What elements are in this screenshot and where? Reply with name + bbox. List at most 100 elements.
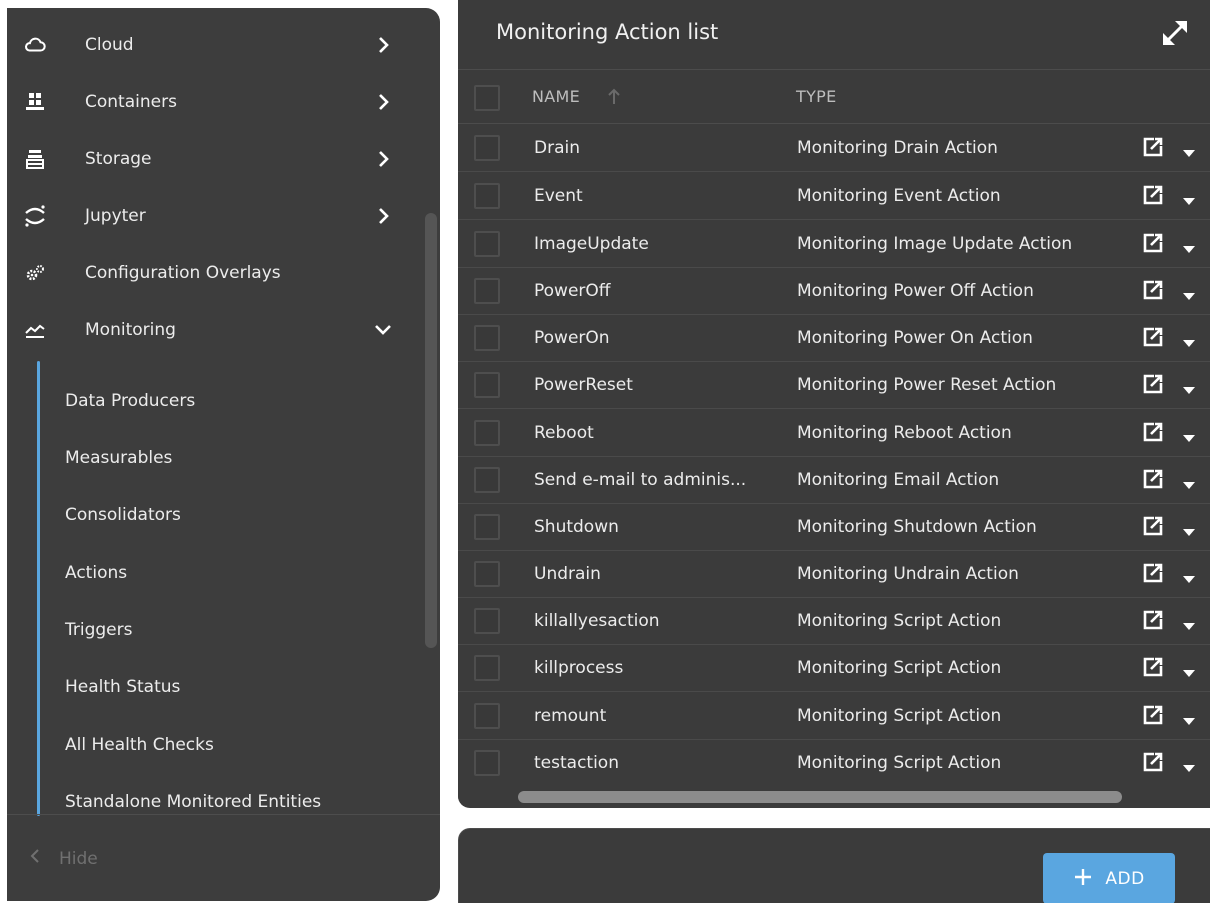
cell-type: Monitoring Undrain Action bbox=[797, 564, 1019, 584]
row-checkbox[interactable] bbox=[474, 372, 500, 398]
table-row[interactable]: Event Monitoring Event Action bbox=[458, 173, 1210, 220]
row-checkbox[interactable] bbox=[474, 750, 500, 776]
open-edit-icon[interactable] bbox=[1142, 184, 1164, 206]
cell-name: PowerOff bbox=[534, 281, 611, 301]
row-menu-caret-icon[interactable] bbox=[1182, 380, 1196, 394]
table-row[interactable]: remount Monitoring Script Action bbox=[458, 693, 1210, 740]
table-row[interactable]: Send e-mail to adminis... Monitoring Emai… bbox=[458, 457, 1210, 504]
table-row[interactable]: PowerReset Monitoring Power Reset Action bbox=[458, 362, 1210, 409]
sidebar-divider bbox=[7, 814, 440, 815]
row-menu-caret-icon[interactable] bbox=[1182, 663, 1196, 677]
row-menu-caret-icon[interactable] bbox=[1182, 475, 1196, 489]
open-edit-icon[interactable] bbox=[1142, 373, 1164, 395]
sidebar-item-configuration-overlays[interactable]: Configuration Overlays bbox=[7, 253, 440, 293]
panel-header: Monitoring Action list bbox=[458, 0, 1210, 70]
table-row[interactable]: killallyesaction Monitoring Script Action bbox=[458, 598, 1210, 645]
table-row[interactable]: Shutdown Monitoring Shutdown Action bbox=[458, 504, 1210, 551]
hide-sidebar-button[interactable]: Hide bbox=[29, 848, 98, 869]
gears-icon bbox=[23, 261, 47, 285]
sort-ascending-icon[interactable] bbox=[606, 88, 622, 106]
cell-type: Monitoring Power Off Action bbox=[797, 281, 1034, 301]
sidebar-item-storage[interactable]: Storage bbox=[7, 139, 440, 179]
table-row[interactable]: PowerOn Monitoring Power On Action bbox=[458, 315, 1210, 362]
row-checkbox[interactable] bbox=[474, 514, 500, 540]
column-header-name[interactable]: NAME bbox=[532, 87, 580, 106]
row-menu-caret-icon[interactable] bbox=[1182, 758, 1196, 772]
table-row[interactable]: ImageUpdate Monitoring Image Update Actio… bbox=[458, 221, 1210, 268]
table-row[interactable]: Drain Monitoring Drain Action bbox=[458, 125, 1210, 172]
sidebar-scrollbar[interactable] bbox=[425, 213, 437, 648]
row-menu-caret-icon[interactable] bbox=[1182, 711, 1196, 725]
table-row[interactable]: Reboot Monitoring Reboot Action bbox=[458, 410, 1210, 457]
cell-type: Monitoring Email Action bbox=[797, 470, 1000, 490]
sidebar-subitem-standalone-monitored-entities[interactable]: Standalone Monitored Entities bbox=[65, 792, 321, 812]
row-menu-caret-icon[interactable] bbox=[1182, 239, 1196, 253]
open-edit-icon[interactable] bbox=[1142, 232, 1164, 254]
row-menu-caret-icon[interactable] bbox=[1182, 428, 1196, 442]
row-menu-caret-icon[interactable] bbox=[1182, 522, 1196, 536]
cell-name: PowerReset bbox=[534, 375, 633, 395]
sidebar-item-jupyter[interactable]: Jupyter bbox=[7, 196, 440, 236]
row-checkbox[interactable] bbox=[474, 325, 500, 351]
horizontal-scrollbar[interactable] bbox=[518, 791, 1122, 803]
sidebar-item-label: Monitoring bbox=[85, 320, 176, 340]
open-edit-icon[interactable] bbox=[1142, 562, 1164, 584]
table-row[interactable]: PowerOff Monitoring Power Off Action bbox=[458, 268, 1210, 315]
open-edit-icon[interactable] bbox=[1142, 704, 1164, 726]
row-menu-caret-icon[interactable] bbox=[1182, 191, 1196, 205]
footer-panel: ADD bbox=[458, 828, 1210, 903]
row-menu-caret-icon[interactable] bbox=[1182, 286, 1196, 300]
row-menu-caret-icon[interactable] bbox=[1182, 143, 1196, 157]
sidebar-subitem-triggers[interactable]: Triggers bbox=[65, 620, 133, 640]
row-menu-caret-icon[interactable] bbox=[1182, 616, 1196, 630]
add-button-label: ADD bbox=[1105, 868, 1145, 889]
sidebar-item-cloud[interactable]: Cloud bbox=[7, 25, 440, 65]
column-header-type[interactable]: TYPE bbox=[796, 87, 837, 106]
sidebar-item-monitoring[interactable]: Monitoring bbox=[7, 310, 440, 350]
row-checkbox[interactable] bbox=[474, 655, 500, 681]
sidebar-subitem-consolidators[interactable]: Consolidators bbox=[65, 505, 181, 525]
sidebar-subitem-data-producers[interactable]: Data Producers bbox=[65, 391, 195, 411]
sidebar-subitem-all-health-checks[interactable]: All Health Checks bbox=[65, 735, 214, 755]
submenu-indicator-line bbox=[37, 361, 40, 816]
row-checkbox[interactable] bbox=[474, 703, 500, 729]
expand-icon[interactable] bbox=[1158, 16, 1192, 50]
row-menu-caret-icon[interactable] bbox=[1182, 569, 1196, 583]
plus-icon bbox=[1073, 867, 1093, 891]
open-edit-icon[interactable] bbox=[1142, 609, 1164, 631]
sidebar-item-containers[interactable]: Containers bbox=[7, 82, 440, 122]
open-edit-icon[interactable] bbox=[1142, 326, 1164, 348]
table-header: NAME TYPE bbox=[458, 71, 1210, 124]
sidebar-subitem-health-status[interactable]: Health Status bbox=[65, 677, 180, 697]
open-edit-icon[interactable] bbox=[1142, 656, 1164, 678]
cell-type: Monitoring Script Action bbox=[797, 611, 1002, 631]
row-checkbox[interactable] bbox=[474, 135, 500, 161]
open-edit-icon[interactable] bbox=[1142, 279, 1164, 301]
sidebar-item-label: Configuration Overlays bbox=[85, 263, 281, 283]
cell-name: killprocess bbox=[534, 658, 624, 678]
row-checkbox[interactable] bbox=[474, 231, 500, 257]
row-checkbox[interactable] bbox=[474, 561, 500, 587]
row-checkbox[interactable] bbox=[474, 183, 500, 209]
open-edit-icon[interactable] bbox=[1142, 136, 1164, 158]
open-edit-icon[interactable] bbox=[1142, 751, 1164, 773]
cell-type: Monitoring Reboot Action bbox=[797, 423, 1012, 443]
open-edit-icon[interactable] bbox=[1142, 515, 1164, 537]
select-all-checkbox[interactable] bbox=[474, 85, 500, 111]
cell-name: ImageUpdate bbox=[534, 234, 649, 254]
table-row[interactable]: Undrain Monitoring Undrain Action bbox=[458, 551, 1210, 598]
row-checkbox[interactable] bbox=[474, 467, 500, 493]
open-edit-icon[interactable] bbox=[1142, 421, 1164, 443]
open-edit-icon[interactable] bbox=[1142, 468, 1164, 490]
sidebar-subitem-actions[interactable]: Actions bbox=[65, 563, 127, 583]
row-checkbox[interactable] bbox=[474, 608, 500, 634]
chevron-left-icon bbox=[29, 848, 41, 869]
row-menu-caret-icon[interactable] bbox=[1182, 333, 1196, 347]
row-checkbox[interactable] bbox=[474, 278, 500, 304]
table-row[interactable]: testaction Monitoring Script Action bbox=[458, 740, 1210, 787]
sidebar-subitem-measurables[interactable]: Measurables bbox=[65, 448, 172, 468]
add-button[interactable]: ADD bbox=[1043, 853, 1175, 903]
table-row[interactable]: killprocess Monitoring Script Action bbox=[458, 645, 1210, 692]
row-checkbox[interactable] bbox=[474, 420, 500, 446]
sidebar-item-label: Cloud bbox=[85, 35, 134, 55]
